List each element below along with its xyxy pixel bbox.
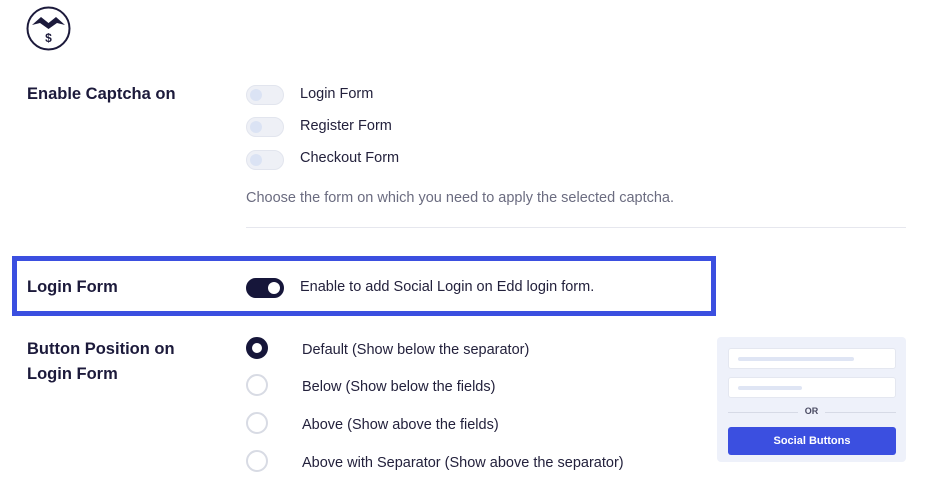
radio-option-label: Above (Show above the fields) [302, 417, 499, 433]
radio-default-position[interactable] [246, 337, 268, 359]
preview-placeholder-line [738, 357, 854, 361]
login-form-label: Login Form [27, 278, 118, 296]
toggle-knob [268, 282, 280, 294]
captcha-section-label: Enable Captcha on [27, 85, 176, 103]
section-divider [246, 227, 906, 228]
toggle-knob [250, 121, 262, 133]
login-form-description: Enable to add Social Login on Edd login … [300, 279, 595, 295]
button-position-label-line2: Login Form [27, 365, 118, 383]
toggle-knob [250, 89, 262, 101]
preview-social-buttons: Social Buttons [728, 427, 896, 455]
radio-above-separator-position[interactable] [246, 450, 268, 472]
toggle-knob [250, 154, 262, 166]
preview-or-separator: OR [804, 406, 819, 416]
captcha-help-text: Choose the form on which you need to app… [246, 190, 675, 206]
captcha-option-label: Checkout Form [300, 150, 400, 166]
toggle-captcha-checkout-form[interactable] [246, 150, 284, 170]
radio-option-label: Above with Separator (Show above the sep… [302, 455, 624, 471]
radio-option-label: Default (Show below the separator) [302, 342, 530, 358]
dollar-sign: $ [45, 31, 52, 45]
toggle-social-login-edd[interactable] [246, 278, 284, 298]
preview-input-field [728, 348, 896, 369]
radio-above-position[interactable] [246, 412, 268, 434]
dollar-bird-logo-icon: $ [26, 6, 71, 51]
radio-option-label: Below (Show below the fields) [302, 379, 496, 395]
toggle-captcha-register-form[interactable] [246, 117, 284, 137]
brand-logo: $ [26, 6, 71, 51]
button-position-label-line1: Button Position on [27, 340, 175, 358]
captcha-option-label: Login Form [300, 86, 374, 102]
preview-placeholder-line [738, 386, 802, 390]
position-preview: OR Social Buttons [717, 337, 906, 462]
captcha-option-label: Register Form [300, 118, 392, 134]
radio-below-position[interactable] [246, 374, 268, 396]
preview-input-field [728, 377, 896, 398]
toggle-captcha-login-form[interactable] [246, 85, 284, 105]
